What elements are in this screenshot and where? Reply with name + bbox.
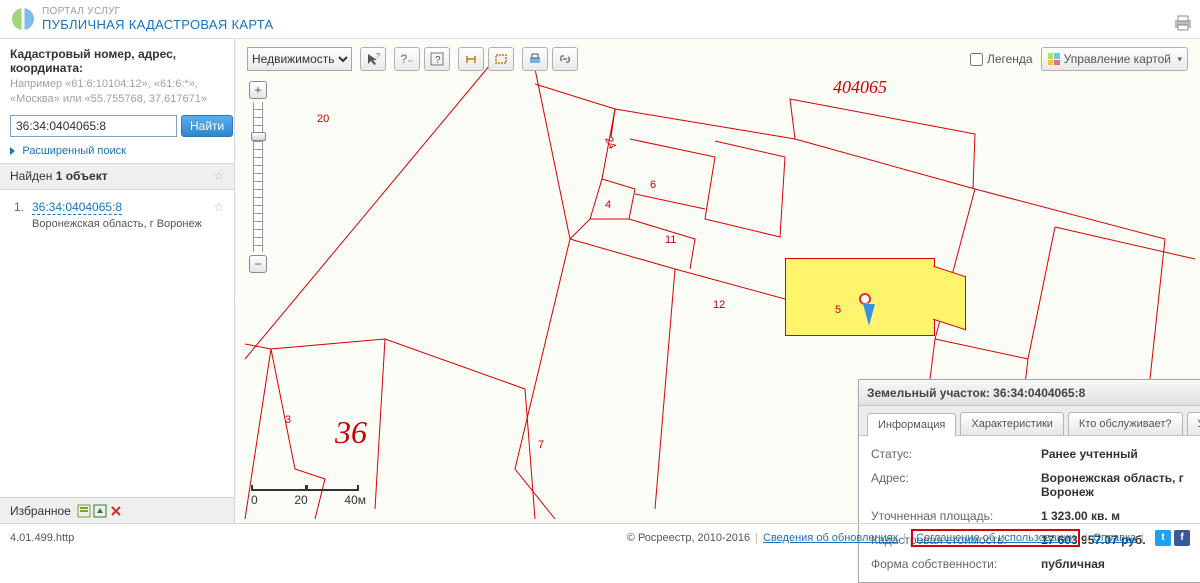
link-icon[interactable] — [552, 47, 578, 71]
chevron-right-icon — [10, 147, 15, 155]
result-number: 1. — [14, 200, 24, 214]
favorites-bar: Избранное — [0, 497, 234, 523]
brand-block: ПОРТАЛ УСЛУГ ПУБЛИЧНАЯ КАДАСТРОВАЯ КАРТА — [42, 6, 274, 32]
print-icon[interactable] — [1174, 15, 1192, 31]
legend-checkbox[interactable]: Легенда — [970, 52, 1033, 66]
search-input[interactable] — [10, 115, 177, 137]
help-link[interactable]: Справка — [1093, 532, 1136, 544]
layers-icon — [1048, 53, 1060, 65]
favorite-delete-icon[interactable] — [109, 504, 123, 518]
quarter-label: 404065 — [833, 77, 887, 98]
star-icon[interactable]: ☆ — [213, 163, 224, 189]
legend-checkbox-input[interactable] — [970, 53, 983, 66]
popup-row: Статус:Ранее учтенный — [871, 442, 1200, 466]
result-item[interactable]: 1. 36:34:0404065:8 Воронежская область, … — [10, 200, 224, 230]
twitter-icon[interactable]: t — [1155, 530, 1171, 546]
parcel-number: 20 — [317, 113, 329, 125]
version-label: 4.01.499.http — [10, 532, 74, 544]
parcel-number: 4 — [605, 199, 611, 211]
parcel-number: 5 — [835, 304, 841, 316]
pin-callout-icon — [863, 304, 875, 326]
copyright-label: © Росреестр, 2010-2016 — [627, 532, 750, 544]
brand-big: ПУБЛИЧНАЯ КАДАСТРОВАЯ КАРТА — [42, 17, 274, 32]
updates-link[interactable]: Сведения об обновлениях — [763, 532, 898, 544]
tab-uslugi[interactable]: Услуги — [1187, 412, 1200, 435]
tab-service[interactable]: Кто обслуживает? — [1068, 412, 1183, 435]
popup-row: Адрес:Воронежская область, г Воронеж — [871, 466, 1200, 504]
zoom-control: + − — [249, 81, 267, 273]
popup-row: Форма собственности:публичная — [871, 552, 1200, 576]
zoom-out-button[interactable]: − — [249, 255, 267, 273]
find-button[interactable]: Найти — [181, 115, 233, 137]
legend-label: Легенда — [987, 52, 1033, 66]
info-icon[interactable]: ? — [424, 47, 450, 71]
scale-label: 40м — [344, 493, 366, 507]
brand-small: ПОРТАЛ УСЛУГ — [42, 6, 274, 17]
results-header: Найден 1 объект ☆ — [0, 164, 234, 190]
layer-select[interactable]: Недвижимость — [247, 47, 352, 71]
region-label: 36 — [335, 414, 367, 451]
app-header: ПОРТАЛ УСЛУГ ПУБЛИЧНАЯ КАДАСТРОВАЯ КАРТА — [0, 0, 1200, 38]
help-icon[interactable]: ?₋ — [394, 47, 420, 71]
svg-text:?: ? — [376, 53, 380, 60]
search-block: Кадастровый номер, адрес, координата: На… — [0, 39, 234, 164]
zoom-thumb[interactable] — [251, 132, 266, 141]
advanced-search-label: Расширенный поиск — [22, 145, 126, 157]
parcel-number: 12 — [713, 299, 725, 311]
parcel-number: 7 — [538, 439, 544, 451]
popup-tabs: Информация Характеристики Кто обслуживае… — [859, 406, 1200, 436]
zoom-slider[interactable] — [253, 102, 263, 252]
svg-text:?: ? — [435, 55, 441, 66]
popup-title: Земельный участок: 36:34:0404065:8 — [867, 386, 1085, 400]
pointer-help-icon[interactable]: ? — [360, 47, 386, 71]
map-manage-dropdown[interactable]: Управление картой — [1041, 47, 1188, 71]
scale-label: 0 — [251, 493, 258, 507]
result-link[interactable]: 36:34:0404065:8 — [32, 200, 122, 215]
star-icon[interactable]: ☆ — [213, 200, 224, 214]
found-count: 1 объект — [56, 169, 108, 183]
tab-chars[interactable]: Характеристики — [960, 412, 1064, 435]
facebook-icon[interactable]: f — [1174, 530, 1190, 546]
search-title: Кадастровый номер, адрес, координата: — [10, 47, 224, 75]
map-toolbar: Недвижимость ? ?₋ ? — [247, 47, 578, 71]
favorites-label: Избранное — [10, 504, 71, 518]
scale-bar: 0 20 40м — [251, 485, 366, 507]
parcel-popup: Земельный участок: 36:34:0404065:8 ✕ Инф… — [858, 379, 1200, 583]
map-manage-label: Управление картой — [1064, 52, 1171, 66]
results-list: 1. 36:34:0404065:8 Воронежская область, … — [0, 190, 234, 497]
map-toolbar-right: Легенда Управление картой — [970, 47, 1188, 71]
found-prefix: Найден — [10, 169, 56, 183]
map-area[interactable]: 36 404065 404066 34 20 3 4 6 11 7 12 5 2… — [235, 39, 1200, 523]
result-address: Воронежская область, г Воронеж — [32, 218, 224, 230]
zoom-in-button[interactable]: + — [249, 81, 267, 99]
footer: 4.01.499.http © Росреестр, 2010-2016 | С… — [0, 523, 1200, 551]
popup-header[interactable]: Земельный участок: 36:34:0404065:8 ✕ — [859, 380, 1200, 406]
terms-highlight: Соглашение об использовании — [911, 529, 1080, 547]
parcel-number: 11 — [665, 234, 676, 246]
print-icon[interactable] — [522, 47, 548, 71]
terms-link[interactable]: Соглашение об использовании — [916, 532, 1075, 544]
scale-label: 20 — [294, 493, 307, 507]
advanced-search-link[interactable]: Расширенный поиск — [10, 143, 224, 157]
measure-distance-icon[interactable] — [458, 47, 484, 71]
logo-icon — [10, 6, 36, 32]
parcel-number: 3 — [285, 414, 291, 426]
measure-area-icon[interactable] — [488, 47, 514, 71]
favorite-export-icon[interactable] — [93, 504, 107, 518]
search-hint: Например «61:6:10104:12», «61:6:*», «Мос… — [10, 77, 224, 107]
parcel-number: 6 — [650, 179, 656, 191]
favorite-list-icon[interactable] — [77, 504, 91, 518]
tab-info[interactable]: Информация — [867, 413, 956, 436]
popup-body: Статус:Ранее учтенный Адрес:Воронежская … — [859, 436, 1200, 582]
left-panel: Кадастровый номер, адрес, координата: На… — [0, 39, 235, 523]
